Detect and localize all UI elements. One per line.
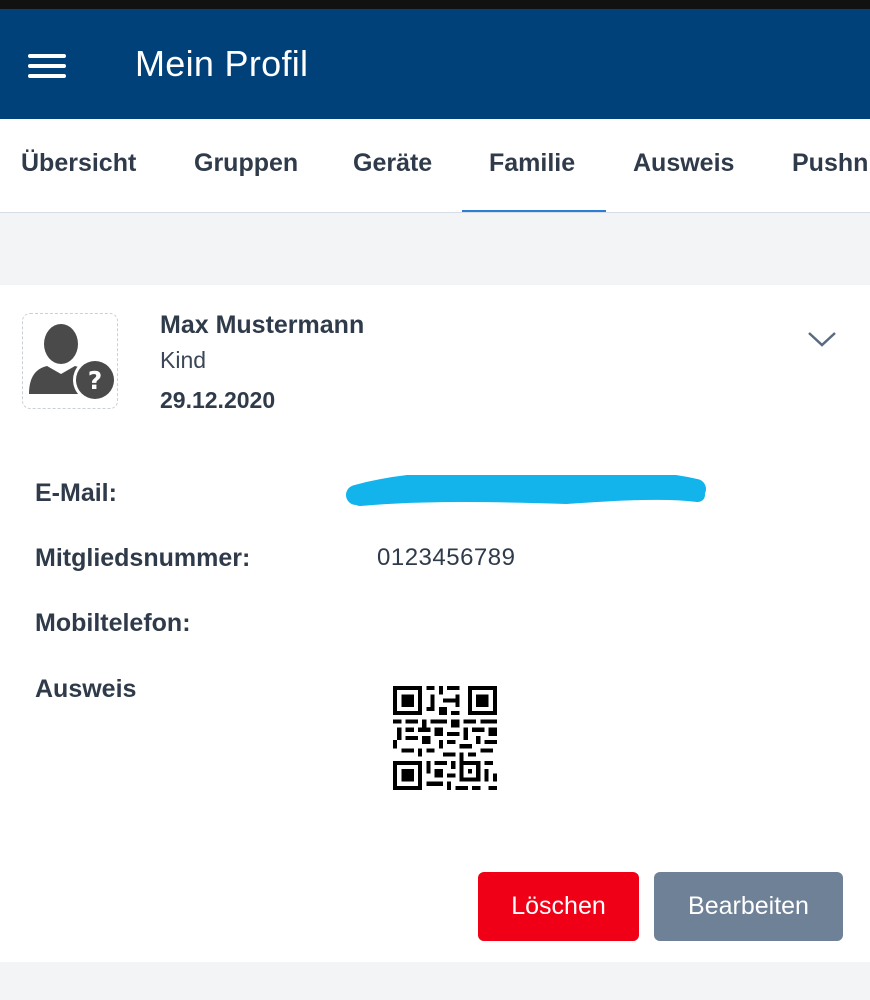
tab-geraete[interactable]: Geräte bbox=[353, 149, 432, 178]
id-card-label: Ausweis bbox=[35, 675, 137, 703]
tab-gruppen[interactable]: Gruppen bbox=[194, 149, 298, 178]
member-role: Kind bbox=[160, 347, 207, 373]
page-title: Mein Profil bbox=[135, 43, 309, 84]
mobile-label: Mobiltelefon: bbox=[35, 609, 191, 637]
member-name: Max Mustermann bbox=[160, 311, 365, 339]
profile-tabs: Übersicht Gruppen Geräte Familie Ausweis… bbox=[0, 119, 870, 213]
tab-pushnachrichten[interactable]: Pushn bbox=[792, 149, 868, 178]
qr-code-icon[interactable] bbox=[393, 686, 497, 790]
family-member-card: ? Max Mustermann Kind 29.12.2020 E-Mail:… bbox=[0, 285, 870, 962]
avatar: ? bbox=[22, 313, 118, 409]
hamburger-menu-icon[interactable] bbox=[28, 51, 68, 81]
edit-button[interactable]: Bearbeiten bbox=[654, 872, 843, 941]
email-redaction bbox=[346, 475, 706, 506]
member-number-value: 0123456789 bbox=[377, 544, 516, 571]
email-label: E-Mail: bbox=[35, 479, 117, 507]
status-bar bbox=[0, 0, 870, 9]
svg-text:?: ? bbox=[88, 366, 103, 395]
app-bar: Mein Profil bbox=[0, 9, 870, 119]
tab-uebersicht[interactable]: Übersicht bbox=[21, 149, 136, 178]
tab-familie[interactable]: Familie bbox=[489, 149, 575, 178]
page-bottom-spacer bbox=[0, 962, 870, 1000]
unknown-user-icon: ? bbox=[29, 324, 117, 402]
member-date: 29.12.2020 bbox=[160, 387, 276, 413]
member-number-label: Mitgliedsnummer: bbox=[35, 544, 251, 572]
delete-button[interactable]: Löschen bbox=[478, 872, 639, 941]
section-spacer bbox=[0, 213, 870, 285]
tab-ausweis[interactable]: Ausweis bbox=[633, 149, 734, 178]
chevron-down-icon[interactable] bbox=[806, 329, 838, 349]
